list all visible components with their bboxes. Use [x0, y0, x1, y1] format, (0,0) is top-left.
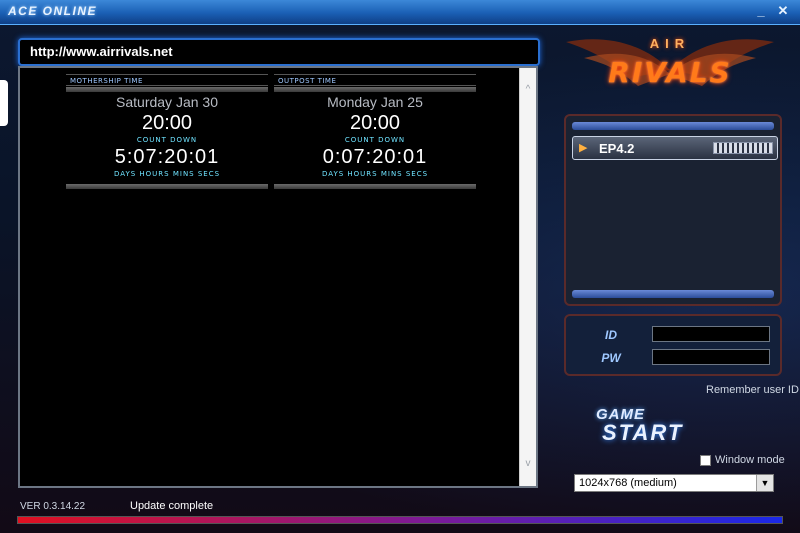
server-list: ▶ EP4.2	[564, 114, 782, 306]
play-icon: ▶	[579, 142, 588, 154]
countdown-label: COUNT DOWN	[136, 136, 198, 144]
update-status: Update complete	[130, 500, 214, 512]
timer-time: 20:00	[141, 112, 193, 134]
timer-header: MOTHERSHIP TIME	[66, 74, 268, 86]
timer-time: 20:00	[349, 112, 401, 134]
minimize-button[interactable]: _	[752, 3, 770, 19]
server-item[interactable]: ▶ EP4.2	[572, 136, 778, 160]
pw-input[interactable]	[652, 349, 770, 365]
resolution-select[interactable]: 1024x768 (medium) ▼	[574, 474, 774, 492]
server-name: EP4.2	[599, 141, 635, 156]
url-text: http://www.airrivals.net	[30, 44, 173, 59]
chevron-down-icon[interactable]: ▼	[756, 475, 773, 491]
logo-rivals-text: RIVALS	[608, 56, 732, 89]
timer-bottom-bar	[274, 184, 476, 189]
login-panel: ID PW	[564, 314, 782, 376]
countdown-label: COUNT DOWN	[344, 136, 406, 144]
server-list-bottom-bar	[572, 290, 774, 298]
close-button[interactable]: ✕	[774, 3, 792, 19]
countdown-value: 0:07:20:01	[322, 146, 428, 168]
server-list-top-bar	[572, 122, 774, 130]
air-rivals-logo: AIR RIVALS	[560, 30, 780, 110]
window-title: ACE ONLINE	[8, 4, 98, 18]
web-view[interactable]: MOTHERSHIP TIME Saturday Jan 30 20:00 CO…	[18, 66, 538, 488]
countdown-value: 5:07:20:01	[114, 146, 220, 168]
timer-top-bar	[66, 87, 268, 92]
timer-bottom-bar	[66, 184, 268, 189]
window-mode-checkbox[interactable]	[700, 455, 711, 466]
resolution-value: 1024x768 (medium)	[579, 477, 677, 489]
update-progress-bar	[17, 516, 783, 524]
game-start-button[interactable]: GAME START	[596, 406, 746, 446]
url-bar: http://www.airrivals.net	[18, 38, 540, 66]
pw-label: PW	[601, 351, 621, 365]
logo-air-text: AIR	[649, 36, 691, 51]
outpost-timer: OUTPOST TIME Monday Jan 25 20:00 COUNT D…	[274, 74, 476, 199]
server-load-meter	[713, 142, 773, 154]
version-text: VER 0.3.14.22	[20, 501, 86, 512]
remember-user-id[interactable]: Remember user ID	[706, 384, 799, 396]
id-label: ID	[605, 328, 617, 342]
progress-fill	[18, 517, 782, 523]
timer-header: OUTPOST TIME	[274, 74, 476, 86]
countdown-units: DAYS HOURS MINS SECS	[321, 170, 429, 178]
timer-date: Saturday Jan 30	[116, 94, 218, 110]
timer-top-bar	[274, 87, 476, 92]
mothership-timer: MOTHERSHIP TIME Saturday Jan 30 20:00 CO…	[66, 74, 268, 199]
title-bar[interactable]: ACE ONLINE _ ✕	[0, 0, 800, 25]
side-tab	[0, 80, 8, 126]
timer-date: Monday Jan 25	[327, 94, 423, 110]
countdown-units: DAYS HOURS MINS SECS	[113, 170, 221, 178]
id-input[interactable]	[652, 326, 770, 342]
scroll-up-icon[interactable]: ^	[520, 82, 536, 98]
scroll-down-icon[interactable]: v	[520, 456, 536, 472]
window-mode-label: Window mode	[715, 454, 785, 466]
game-start-line2: START	[602, 420, 684, 445]
web-view-scrollbar[interactable]: ^ v	[519, 68, 536, 486]
launcher-window: ACE ONLINE _ ✕ http://www.airrivals.net …	[0, 0, 800, 533]
